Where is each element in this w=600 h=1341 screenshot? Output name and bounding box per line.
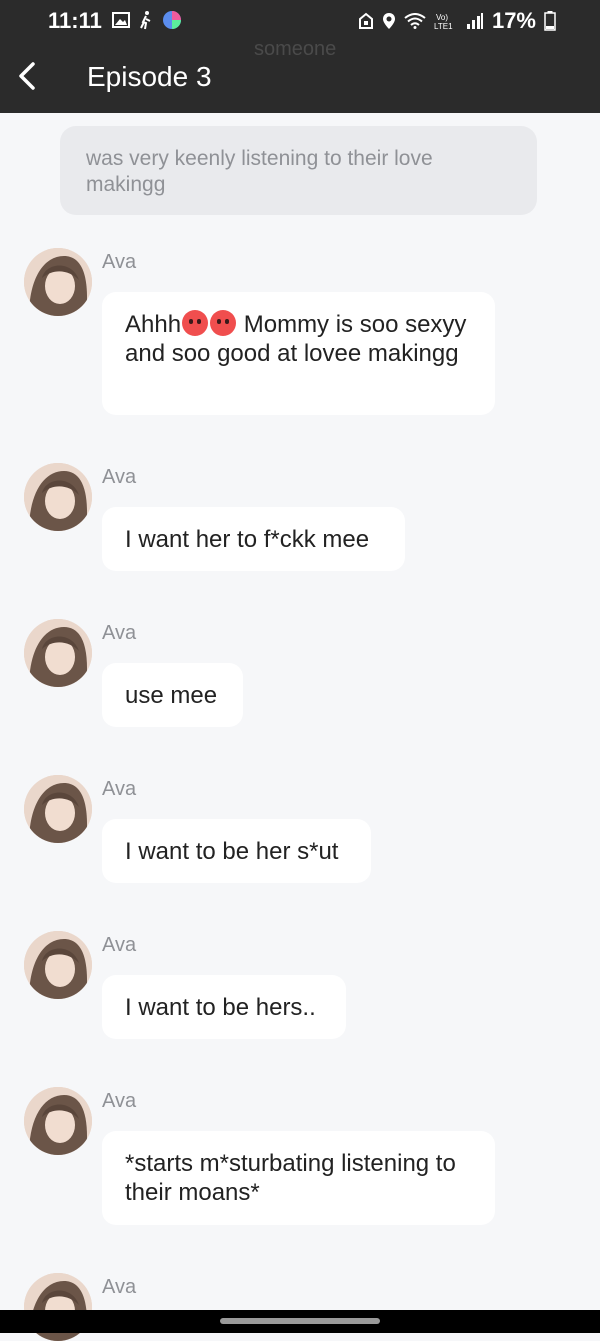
message-bubble: use mee bbox=[102, 663, 243, 727]
svg-text:LTE1: LTE1 bbox=[434, 22, 453, 30]
svg-text:Vo): Vo) bbox=[436, 13, 448, 22]
message-bubble: I want to be her s*ut bbox=[102, 819, 371, 883]
app-header: 11:11 Vo) LTE1 17% someone Episode 3 bbox=[0, 0, 600, 113]
sender-name: Ava bbox=[102, 934, 137, 956]
walking-icon bbox=[140, 11, 151, 30]
sender-name: Ava bbox=[102, 251, 137, 273]
message-text: I want to be hers.. bbox=[125, 994, 316, 1021]
navigation-bar bbox=[0, 1310, 600, 1333]
message-bubble: Ahhh Mommy is soo sexyy and soo good at … bbox=[102, 292, 495, 415]
signal-icon bbox=[466, 13, 483, 29]
page-title: Episode 3 bbox=[87, 61, 212, 92]
sender-name: Ava bbox=[102, 1090, 137, 1112]
back-arrow-icon bbox=[19, 62, 35, 90]
sender-name: Ava bbox=[102, 466, 137, 488]
avatar[interactable] bbox=[24, 1087, 92, 1155]
status-left-icons bbox=[112, 10, 182, 30]
message-bubble: I want to be hers.. bbox=[102, 975, 346, 1039]
location-icon bbox=[382, 13, 395, 29]
message-text: Ahhh bbox=[125, 311, 182, 338]
message-text: *starts m*sturbating listening to their … bbox=[125, 1150, 456, 1206]
avatar[interactable] bbox=[24, 248, 92, 316]
message-bubble: I want her to f*ckk mee bbox=[102, 507, 405, 571]
message-text: I want to be her s*ut bbox=[125, 838, 339, 865]
volte-icon: Vo)LTE1 bbox=[434, 13, 453, 30]
flushed-face-icon bbox=[182, 310, 209, 336]
faded-header-text: someone bbox=[254, 38, 337, 60]
wifi-icon bbox=[404, 13, 426, 29]
message-bubble: *starts m*sturbating listening to their … bbox=[102, 1131, 495, 1225]
avatar[interactable] bbox=[24, 931, 92, 999]
lock-home-icon bbox=[358, 12, 373, 29]
battery-level: 17% bbox=[491, 8, 536, 33]
avatar[interactable] bbox=[24, 463, 92, 531]
avatar[interactable] bbox=[24, 775, 92, 843]
sender-name: Ava bbox=[102, 622, 137, 644]
home-indicator[interactable] bbox=[220, 1318, 380, 1324]
color-app-icon bbox=[163, 11, 181, 29]
avatar[interactable] bbox=[24, 619, 92, 687]
flushed-face-icon bbox=[210, 310, 237, 336]
back-button[interactable] bbox=[10, 57, 44, 95]
battery-icon bbox=[544, 11, 556, 31]
sender-name: Ava bbox=[102, 778, 137, 800]
narration-bubble: was very keenly listening to their love … bbox=[60, 126, 537, 215]
image-icon bbox=[112, 12, 130, 28]
message-text: use mee bbox=[125, 682, 218, 709]
sender-name: Ava bbox=[102, 1276, 137, 1298]
status-time: 11:11 bbox=[48, 8, 102, 33]
status-right: Vo) LTE1 17% bbox=[358, 8, 556, 34]
message-text: I want her to f*ckk mee bbox=[125, 526, 370, 553]
